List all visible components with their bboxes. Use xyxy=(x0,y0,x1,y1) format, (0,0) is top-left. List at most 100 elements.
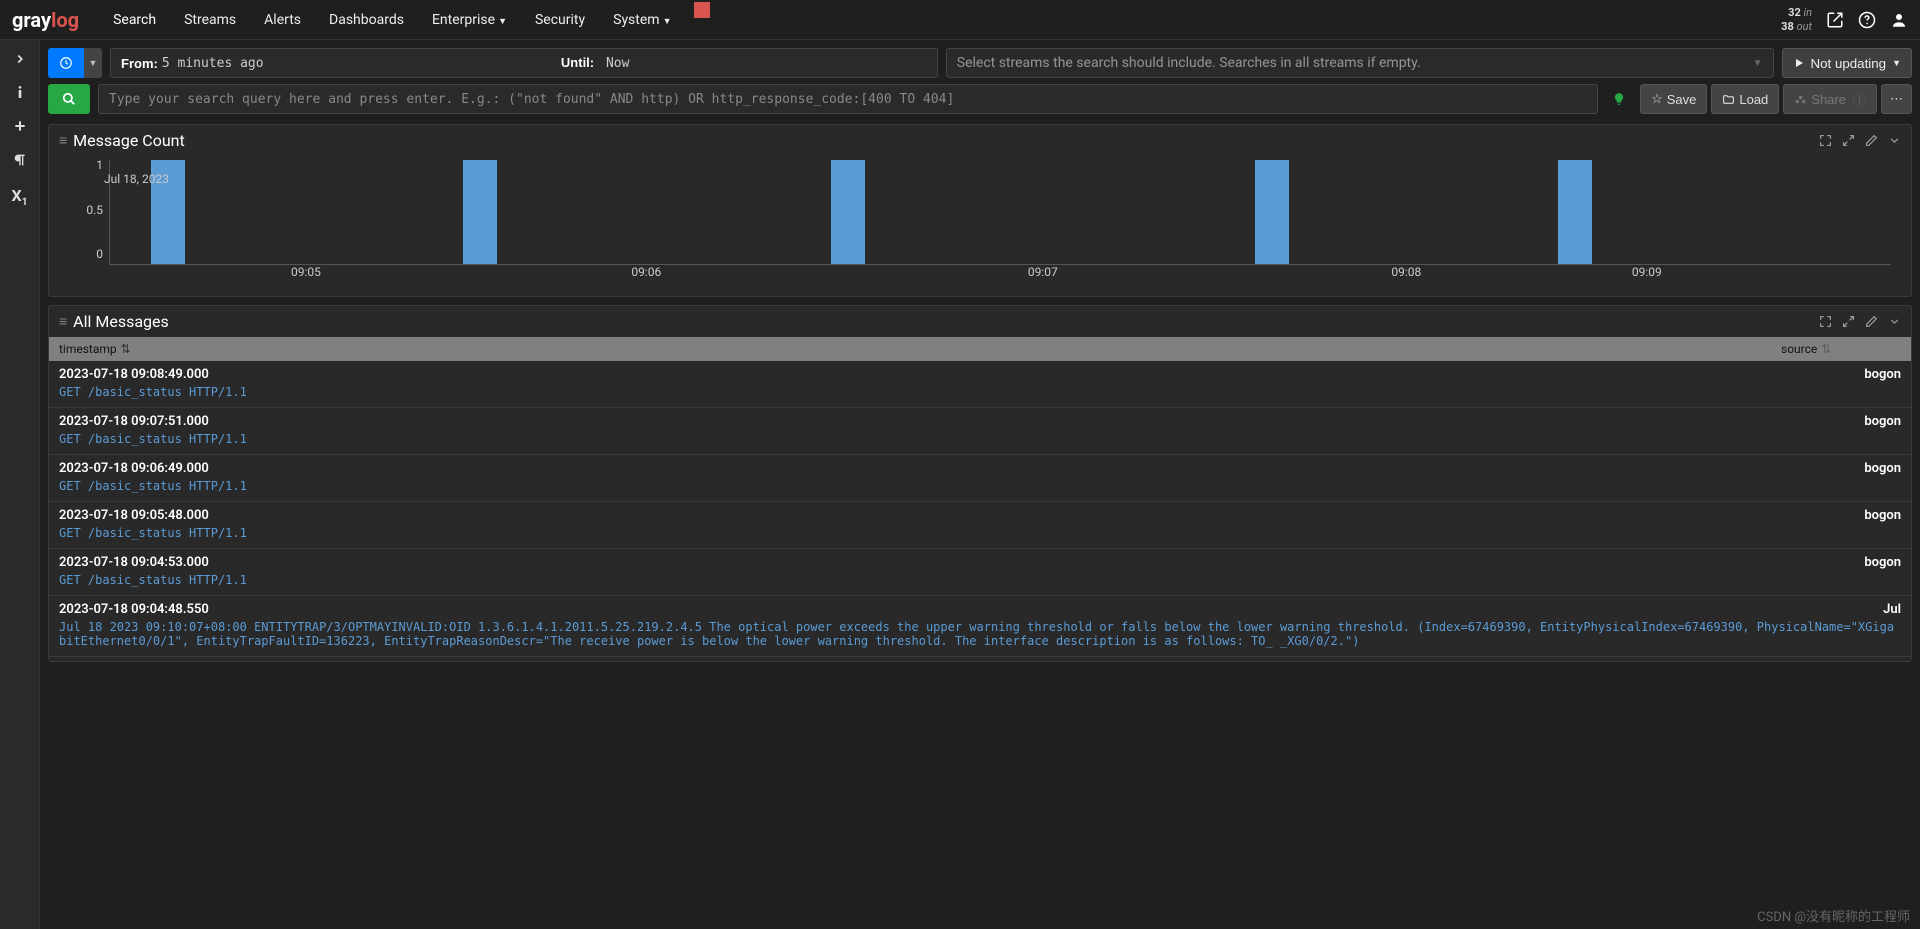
load-button[interactable]: Load xyxy=(1711,84,1779,114)
expand-icon[interactable] xyxy=(1842,315,1855,328)
msg-source: bogon xyxy=(1864,367,1901,382)
table-header-row: timestamp ⇅ source ⇅ xyxy=(49,337,1911,361)
open-external-icon[interactable] xyxy=(1826,11,1844,29)
share-button[interactable]: Share ⓘ xyxy=(1783,84,1877,114)
nav-system[interactable]: System▼ xyxy=(599,2,685,38)
chart-x-tick: 09:05 xyxy=(291,265,321,279)
help-small-icon: ⓘ xyxy=(1853,90,1866,109)
chart-bar[interactable] xyxy=(1558,160,1592,264)
panel-title: Message Count xyxy=(73,131,185,150)
user-icon[interactable] xyxy=(1890,11,1908,29)
messages-list: 2023-07-18 09:08:49.000 bogon GET /basic_s… xyxy=(49,361,1911,661)
timerange-dropdown[interactable]: ▼ xyxy=(84,48,102,78)
brand-logo[interactable]: graylog xyxy=(12,8,79,32)
nav-alerts[interactable]: Alerts xyxy=(250,2,315,38)
msg-body: GET /basic_status HTTP/1.1 xyxy=(59,573,1901,587)
msg-source: bogon xyxy=(1864,414,1901,429)
chart-area: 10.50 09:0509:0609:0709:0809:09 Jul 18, … xyxy=(49,156,1911,296)
chart-x-tick: 09:06 xyxy=(631,265,661,279)
table-row[interactable]: 2023-07-18 09:08:49.000 bogon GET /basic_s… xyxy=(49,361,1911,408)
nav-dashboards[interactable]: Dashboards xyxy=(315,2,418,38)
message-count-panel: ≡ Message Count 10.50 09:0509:0609:0709:… xyxy=(48,124,1912,297)
table-row[interactable]: 2023-07-18 09:04:53.000 bogon GET /basic_s… xyxy=(49,549,1911,596)
brand-part2: log xyxy=(51,8,79,32)
expand-sidebar-icon[interactable] xyxy=(13,52,27,66)
msg-source: Jul xyxy=(1883,602,1901,617)
timerange-button[interactable] xyxy=(48,48,84,78)
msg-body: GET /basic_status HTTP/1.1 xyxy=(59,479,1901,493)
ellipsis-icon: ⋯ xyxy=(1890,91,1903,107)
msg-body: GET /basic_status HTTP/1.1 xyxy=(59,385,1901,399)
save-button[interactable]: ☆Save xyxy=(1640,84,1707,114)
search-button[interactable] xyxy=(48,84,90,114)
expand-icon[interactable] xyxy=(1842,134,1855,147)
play-icon xyxy=(1793,57,1805,69)
msg-timestamp: 2023-07-18 09:04:48.550 xyxy=(59,602,209,617)
lightbulb-icon[interactable] xyxy=(1612,92,1626,106)
paragraph-icon[interactable] xyxy=(12,152,28,168)
nav-items: Search Streams Alerts Dashboards Enterpr… xyxy=(99,2,709,38)
throughput-stats: 32 in 38 out xyxy=(1781,6,1812,32)
msg-body: Jul 18 2023 09:10:07+08:00 ENTITYTRAP/3/… xyxy=(59,620,1901,648)
msg-timestamp: 2023-07-18 09:04:53.000 xyxy=(59,555,209,570)
help-icon[interactable] xyxy=(1858,11,1876,29)
edit-icon[interactable] xyxy=(1865,134,1878,147)
nav-security[interactable]: Security xyxy=(521,2,599,38)
chart-plot xyxy=(109,160,1891,265)
table-row[interactable]: 2023-07-18 09:06:49.000 bogon GET /basic_s… xyxy=(49,455,1911,502)
chart-bar[interactable] xyxy=(463,160,497,264)
star-icon: ☆ xyxy=(1651,91,1663,107)
edit-icon[interactable] xyxy=(1865,315,1878,328)
msg-timestamp: 2023-07-18 09:07:51.000 xyxy=(59,414,209,429)
streams-select[interactable]: Select streams the search should include… xyxy=(946,48,1774,78)
msg-timestamp: 2023-07-18 09:06:49.000 xyxy=(59,461,209,476)
nav-streams[interactable]: Streams xyxy=(170,2,250,38)
table-row[interactable]: 2023-07-18 09:04:48.550 Jul Jul 18 2023 09… xyxy=(49,596,1911,657)
share-icon xyxy=(1794,93,1807,106)
chevron-down-icon[interactable] xyxy=(1888,315,1901,328)
notification-indicator[interactable] xyxy=(694,2,710,18)
all-messages-panel: ≡ All Messages timestamp ⇅ source ⇅ 2023… xyxy=(48,305,1912,662)
msg-body: GET /basic_status HTTP/1.1 xyxy=(59,526,1901,540)
add-icon[interactable] xyxy=(12,118,28,134)
msg-source: bogon xyxy=(1864,461,1901,476)
panel-title: All Messages xyxy=(73,312,169,331)
drag-handle-icon[interactable]: ≡ xyxy=(59,313,67,330)
nav-enterprise[interactable]: Enterprise▼ xyxy=(418,2,521,38)
brand-part1: gray xyxy=(12,8,51,32)
chart-bar[interactable] xyxy=(1255,160,1289,264)
column-source[interactable]: source ⇅ xyxy=(1781,342,1901,356)
watermark: CSDN @没有昵称的工程师 xyxy=(1757,906,1910,925)
msg-body: GET /basic_status HTTP/1.1 xyxy=(59,432,1901,446)
chart-x-tick: 09:09 xyxy=(1632,265,1662,279)
search-input[interactable] xyxy=(98,84,1598,114)
table-row[interactable]: 2023-07-18 09:07:51.000 bogon GET /basic_s… xyxy=(49,408,1911,455)
subscript-icon[interactable]: X1 xyxy=(12,186,28,208)
timerange-toolbar: ▼ From: 5 minutes ago Until: Now Select … xyxy=(48,48,1912,78)
table-row[interactable]: 2023-07-18 09:05:48.000bogonGET /basic_s… xyxy=(49,502,1911,549)
drag-handle-icon[interactable]: ≡ xyxy=(59,132,67,149)
more-button[interactable]: ⋯ xyxy=(1881,84,1912,114)
focus-icon[interactable] xyxy=(1819,315,1832,328)
msg-timestamp: 2023-07-18 09:08:49.000 xyxy=(59,367,209,382)
msg-source: bogon xyxy=(1864,555,1901,570)
sort-icon: ⇅ xyxy=(1821,342,1831,356)
chevron-down-icon: ▼ xyxy=(1753,58,1763,69)
msg-timestamp: 2023-07-18 09:05:48.000 xyxy=(59,508,209,523)
chart-y-axis: 10.50 xyxy=(59,156,103,261)
folder-icon xyxy=(1722,93,1735,106)
timerange-display[interactable]: From: 5 minutes ago Until: Now xyxy=(110,48,938,78)
nav-search[interactable]: Search xyxy=(99,2,170,38)
info-icon[interactable] xyxy=(12,84,28,100)
sidebar: X1 xyxy=(0,40,40,929)
focus-icon[interactable] xyxy=(1819,134,1832,147)
update-mode-button[interactable]: Not updating ▼ xyxy=(1782,48,1913,78)
chart-x-tick: 09:08 xyxy=(1391,265,1421,279)
chevron-down-icon[interactable] xyxy=(1888,134,1901,147)
top-nav: graylog Search Streams Alerts Dashboards… xyxy=(0,0,1920,40)
sort-desc-icon: ⇅ xyxy=(121,342,131,356)
search-toolbar: ☆Save Load Share ⓘ ⋯ xyxy=(48,84,1912,114)
column-timestamp[interactable]: timestamp ⇅ xyxy=(59,342,1781,356)
chart-x-date: Jul 18, 2023 xyxy=(104,172,169,186)
chart-bar[interactable] xyxy=(831,160,865,264)
